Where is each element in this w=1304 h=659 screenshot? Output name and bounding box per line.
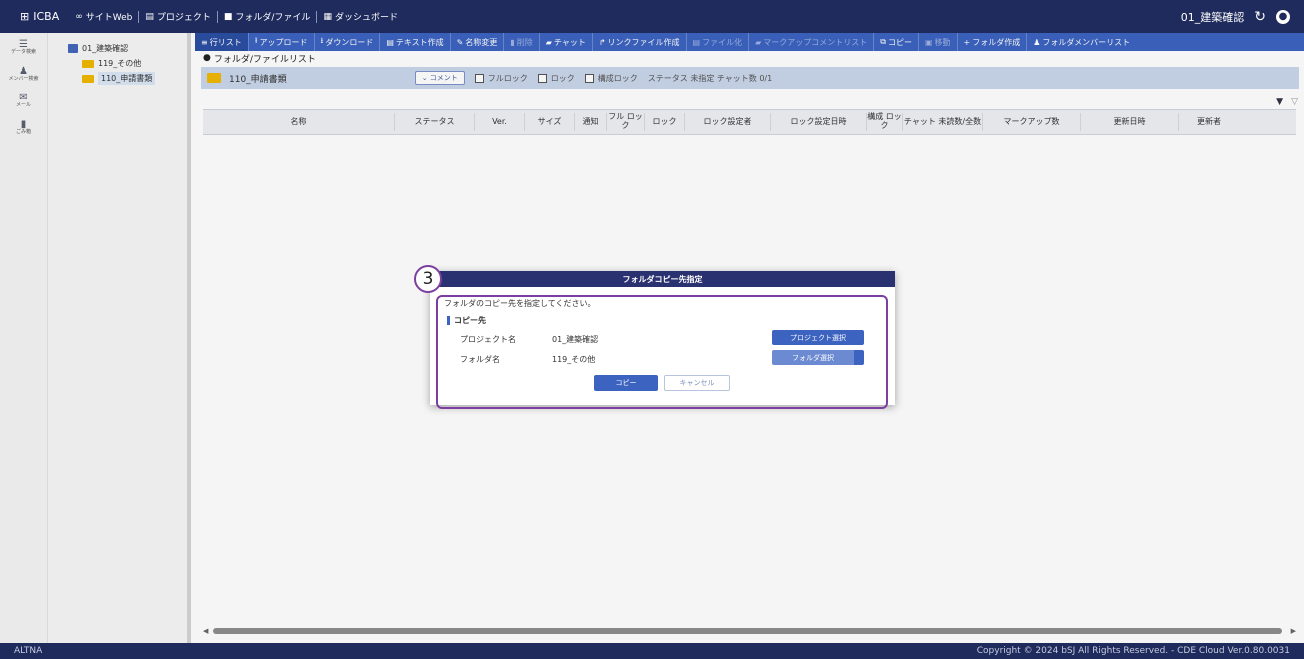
dashboard-icon: ▦ [323, 11, 332, 22]
main-nav: ∞ サイトWeb ▤ プロジェクト ■ フォルダ/ファイル ▦ ダッシュボード [75, 10, 398, 23]
dialog-message: フォルダのコピー先を指定してください。 [444, 299, 596, 308]
project-icon: ▤ [145, 11, 154, 22]
nav-divider [316, 10, 318, 23]
nav-folder-file[interactable]: ■ フォルダ/ファイル [223, 10, 311, 24]
app-name: ICBA [33, 10, 60, 23]
nav-project[interactable]: ▤ プロジェクト [145, 10, 211, 24]
folder-row: フォルダ名 119_その他 [460, 354, 595, 365]
footer: ALTNA Copyright © 2024 bSJ All Rights Re… [0, 643, 1304, 659]
dialog-title: フォルダコピー先指定 [430, 271, 895, 287]
select-project-button[interactable]: プロジェクト選択 [772, 330, 864, 345]
user-icon[interactable]: ● [1276, 9, 1290, 24]
folder-icon: ■ [223, 11, 233, 22]
copy-destination-dialog: フォルダコピー先指定 3 フォルダのコピー先を指定してください。 コピー先 プロ… [414, 265, 895, 409]
app-logo[interactable]: ⊞ ICBA [20, 10, 59, 23]
logo-icon: ⊞ [20, 10, 30, 23]
current-project[interactable]: 01_建築確認 [1181, 9, 1245, 25]
section-bar [447, 316, 450, 325]
section-header: コピー先 [447, 315, 486, 326]
project-value: 01_建築確認 [552, 335, 599, 344]
footer-brand: ALTNA [14, 646, 43, 656]
folder-value: 119_その他 [552, 355, 596, 364]
copyright: Copyright © 2024 bSJ All Rights Reserved… [976, 646, 1290, 656]
cancel-button[interactable]: キャンセル [664, 375, 730, 391]
project-row: プロジェクト名 01_建築確認 [460, 334, 598, 345]
nav-site-web[interactable]: ∞ サイトWeb [75, 10, 132, 24]
select-folder-button[interactable]: フォルダ選択 [772, 350, 864, 365]
project-label: プロジェクト名 [460, 335, 516, 344]
nav-divider [138, 10, 140, 23]
reload-icon[interactable]: ↻ [1254, 9, 1266, 25]
topbar-right: 01_建築確認 ↻ ● [1181, 9, 1290, 25]
copy-button[interactable]: コピー [594, 375, 658, 391]
nav-divider [216, 10, 218, 23]
top-bar: ⊞ ICBA ∞ サイトWeb ▤ プロジェクト ■ フォルダ/ファイル ▦ ダッシュボ… [0, 0, 1304, 33]
step-badge: 3 [414, 265, 442, 293]
folder-label: フォルダ名 [460, 355, 500, 364]
nav-dashboard[interactable]: ▦ ダッシュボード [323, 10, 398, 24]
link-icon: ∞ [75, 11, 83, 22]
